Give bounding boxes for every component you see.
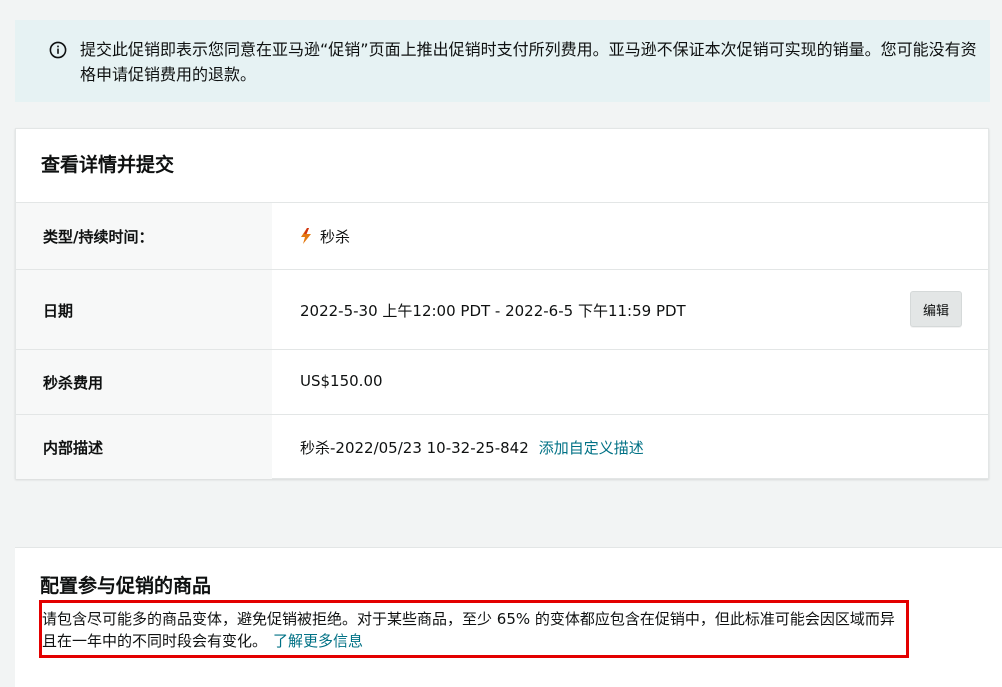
review-card: 查看详情并提交 类型/持续时间： 秒杀 日期 2022-5-30 上午12:00…: [15, 128, 989, 479]
note-text: 请包含尽可能多的商品变体，避免促销被拒绝。对于某些商品，至少 65% 的变体都应…: [42, 610, 895, 650]
info-banner: 提交此促销即表示您同意在亚马逊“促销”页面上推出促销时支付所列费用。亚马逊不保证…: [15, 20, 990, 102]
flash-icon: [301, 228, 311, 244]
row-type-duration: 类型/持续时间： 秒杀: [16, 202, 988, 270]
row-label: 日期: [43, 302, 74, 320]
info-icon: [49, 41, 67, 59]
learn-more-link[interactable]: 了解更多信息: [273, 632, 363, 650]
edit-button[interactable]: 编辑: [910, 291, 962, 327]
row-label: 类型/持续时间：: [43, 228, 154, 246]
row-date: 日期 2022-5-30 上午12:00 PDT - 2022-6-5 下午11…: [16, 269, 988, 350]
row-label: 内部描述: [43, 439, 104, 457]
products-title: 配置参与促销的商品: [40, 575, 212, 597]
banner-text: 提交此促销即表示您同意在亚马逊“促销”页面上推出促销时支付所列费用。亚马逊不保证…: [80, 40, 977, 84]
description-value: 秒杀-2022/05/23 10-32-25-842 添加自定义描述: [300, 437, 644, 458]
row-description: 内部描述 秒杀-2022/05/23 10-32-25-842 添加自定义描述: [16, 414, 988, 479]
products-card: 配置参与促销的商品 请包含尽可能多的商品变体，避免促销被拒绝。对于某些商品，至少…: [15, 547, 1002, 687]
internal-description: 秒杀-2022/05/23 10-32-25-842: [300, 439, 529, 457]
row-label: 秒杀费用: [43, 374, 104, 392]
fee-value: US$150.00: [300, 372, 383, 390]
row-value: 秒杀: [300, 226, 350, 247]
type-value: 秒杀: [320, 228, 351, 246]
date-value: 2022-5-30 上午12:00 PDT - 2022-6-5 下午11:59…: [300, 302, 686, 320]
variation-note: 请包含尽可能多的商品变体，避免促销被拒绝。对于某些商品，至少 65% 的变体都应…: [42, 608, 902, 652]
add-custom-description-link[interactable]: 添加自定义描述: [539, 439, 644, 457]
review-title: 查看详情并提交: [41, 154, 175, 176]
row-fee: 秒杀费用 US$150.00: [16, 349, 988, 415]
